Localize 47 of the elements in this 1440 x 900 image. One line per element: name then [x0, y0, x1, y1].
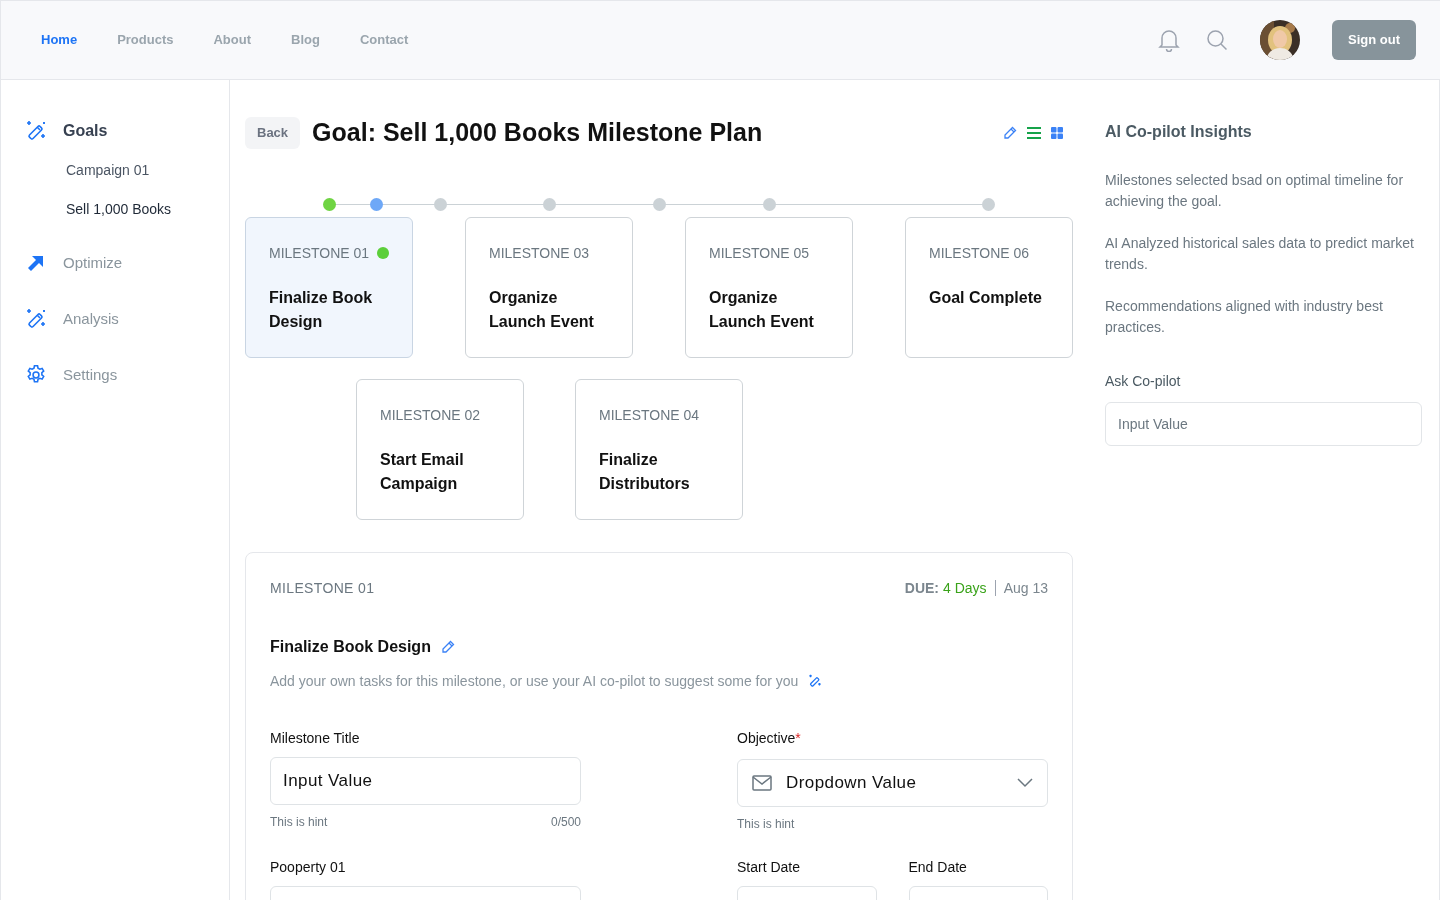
milestone-title: Finalize Book Design	[269, 287, 374, 332]
field-label: Pooperty 01	[270, 857, 346, 877]
milestone-label: MILESTONE 01	[270, 578, 375, 598]
insight-text: Recommendations aligned with industry best practices.	[1105, 297, 1384, 337]
milestone-card[interactable]: MILESTONE 03 Organize Launch Event	[465, 216, 633, 358]
input-field[interactable]: Input Value	[1105, 402, 1422, 446]
insight-text: AI Analyzed historical sales data to predict market trends.	[1105, 234, 1415, 274]
milestone-title: Start Email Campaign	[380, 449, 465, 494]
required-mark: *	[795, 728, 801, 748]
panel-title: AI Co-pilot Insights	[1105, 122, 1253, 142]
milestone-label: MILESTONE 05	[709, 243, 810, 263]
sidebar-subitem[interactable]: Campaign 01	[66, 160, 229, 181]
nav-link[interactable]: Home	[41, 30, 78, 50]
input-field[interactable]: Input Value	[270, 756, 581, 805]
milestone-title: Goal Complete	[929, 287, 1043, 308]
field-label: Start Date	[737, 857, 801, 877]
milestone-label: MILESTONE 06	[929, 243, 1030, 263]
description: Add your own tasks for this milestone, or use your AI co-pilot to suggest some for you	[270, 671, 799, 691]
milestone-label: MILESTONE 03	[489, 243, 590, 263]
due-value: 4 Days	[943, 578, 987, 598]
milestone-card[interactable]: MILESTONE 02 Start Email Campaign	[356, 378, 524, 520]
milestone-card[interactable]: MILESTONE 06 Goal Complete	[905, 216, 1073, 358]
character-counter: 0/500	[550, 813, 581, 831]
hint-text: This is hint	[270, 813, 328, 831]
due-label: DUE:	[904, 578, 940, 598]
dropdown[interactable]: Dropdown Value	[737, 758, 1048, 807]
milestone-label: MILESTONE 04	[599, 405, 700, 425]
milestone-title: Finalize Book Design	[270, 636, 431, 657]
milestone-label: MILESTONE 02	[380, 405, 481, 425]
field-label: Ask Co-pilot	[1105, 372, 1182, 391]
due-date: Aug 13	[1003, 578, 1048, 598]
milestone-title: Organize Launch Event	[709, 287, 815, 332]
milestone-card[interactable]: MILESTONE 01 Finalize Book Design	[245, 216, 413, 358]
milestone-card[interactable]: MILESTONE 04 Finalize Distributors	[575, 378, 743, 520]
insight-text: Milestones selected bsad on optimal timeline for achieving the goal.	[1105, 171, 1405, 211]
field-label: End Date	[908, 857, 967, 877]
field-label: Objective	[737, 728, 796, 748]
sidebar-item[interactable]: Goals	[63, 119, 108, 143]
hint-text: This is hint	[737, 815, 795, 833]
milestone-title: Organize Launch Event	[489, 287, 595, 332]
milestone-label: MILESTONE 01	[269, 243, 370, 263]
back-button[interactable]: Back	[245, 116, 301, 149]
sidebar-subitem[interactable]: Sell 1,000 Books	[66, 199, 229, 220]
milestone-card[interactable]: MILESTONE 05 Organize Launch Event	[685, 216, 853, 358]
page-title: Goal: Sell 1,000 Books Milestone Plan	[312, 117, 763, 148]
milestone-title: Finalize Distributors	[599, 449, 691, 494]
field-label: Milestone Title	[270, 728, 360, 748]
